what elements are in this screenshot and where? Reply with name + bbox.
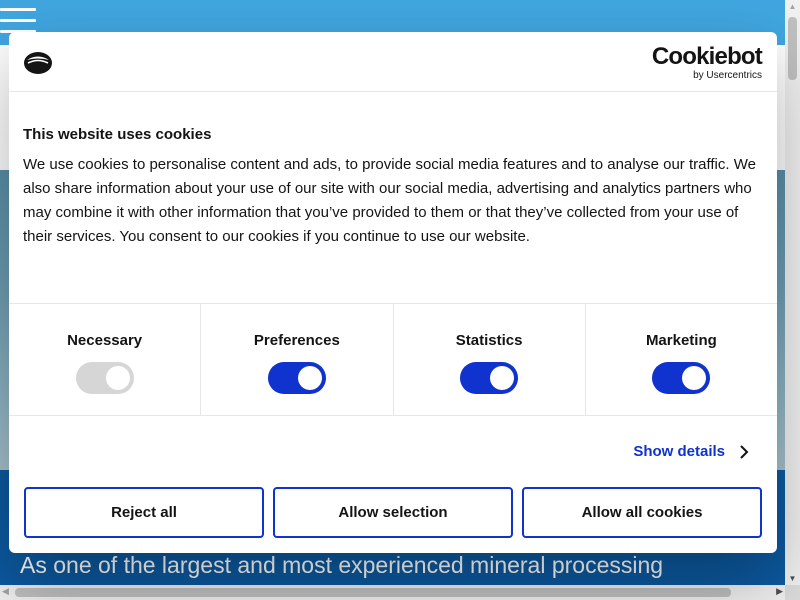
statistics-toggle[interactable] (460, 362, 519, 394)
horizontal-scrollbar[interactable]: ◀ ▶ (0, 585, 785, 600)
toggle-cell-necessary: Necessary (9, 304, 202, 415)
toggle-cell-statistics: Statistics (394, 304, 586, 415)
cookie-logo-icon (24, 52, 52, 74)
dialog-title: This website uses cookies (23, 126, 212, 143)
allow-all-cookies-button[interactable]: Allow all cookies (522, 487, 762, 538)
marketing-toggle[interactable] (652, 362, 711, 394)
toggle-label-marketing: Marketing (645, 332, 717, 349)
toggle-cell-marketing: Marketing (586, 304, 777, 415)
show-details-label: Show details (633, 443, 725, 460)
toggle-cell-preferences: Preferences (201, 304, 394, 415)
scroll-left-icon[interactable]: ◀ (2, 586, 9, 597)
hamburger-menu-icon[interactable] (0, 8, 36, 34)
vertical-scroll-thumb[interactable] (788, 17, 797, 80)
toggle-label-necessary: Necessary (67, 332, 143, 349)
dialog-header: Cookiebot by Usercentrics (9, 32, 777, 92)
toggle-label-statistics: Statistics (455, 332, 523, 349)
scroll-down-icon[interactable]: ▼ (785, 574, 800, 583)
cookiebot-brand: Cookiebot by Usercentrics (651, 43, 763, 82)
brand-name: Cookiebot (651, 43, 763, 70)
allow-selection-button[interactable]: Allow selection (273, 487, 513, 538)
show-details-link[interactable]: Show details (633, 443, 749, 460)
consent-toggles: Necessary Preferences Statistics Marketi… (9, 303, 777, 416)
necessary-toggle (75, 362, 134, 394)
reject-all-button[interactable]: Reject all (24, 487, 264, 538)
dialog-body: We use cookies to personalise content an… (23, 156, 756, 245)
cookie-consent-dialog: Cookiebot by Usercentrics This website u… (9, 32, 777, 553)
toggle-label-preferences: Preferences (253, 332, 340, 349)
preferences-toggle[interactable] (267, 362, 326, 394)
intro-text: As one of the largest and most experienc… (20, 552, 664, 578)
chevron-right-icon (740, 444, 749, 459)
brand-byline: by Usercentrics (693, 70, 762, 81)
dialog-buttons: Reject all Allow selection Allow all coo… (24, 487, 762, 538)
scrollbar-corner (785, 585, 800, 600)
scroll-right-icon[interactable]: ▶ (776, 586, 783, 597)
vertical-scrollbar[interactable]: ▲ ▼ (785, 0, 800, 585)
scroll-up-icon[interactable]: ▲ (785, 2, 800, 11)
horizontal-scroll-thumb[interactable] (15, 588, 731, 597)
